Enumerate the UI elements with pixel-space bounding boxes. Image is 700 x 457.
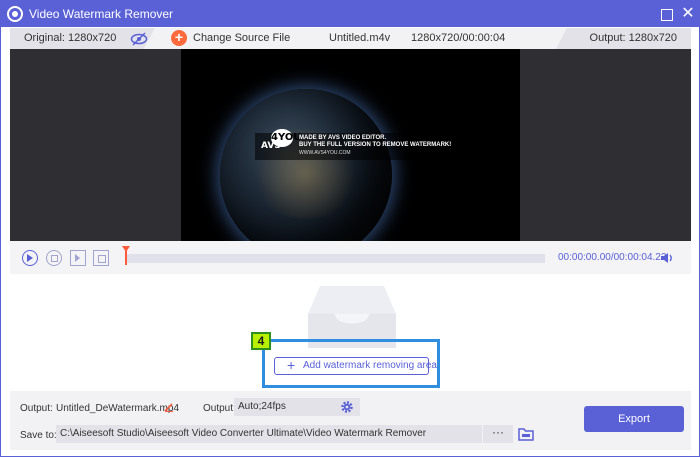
info-bar: Original: 1280x720 + Change Source File … [10, 28, 691, 49]
stop-icon[interactable] [46, 250, 62, 266]
set-start-icon[interactable] [70, 250, 86, 266]
playback-controls: 00:00:00.00/00:00:04.23 [10, 241, 691, 274]
output-file-label: Output: [20, 403, 53, 414]
playhead-handle[interactable] [122, 246, 130, 266]
maximize-icon[interactable] [657, 5, 675, 23]
save-to-label: Save to: [20, 430, 57, 441]
video-preview: 4YOU AVS MADE BY AVS VIDEO EDITOR. BUY T… [10, 49, 691, 241]
app-window: Video Watermark Remover ✕ Original: 1280… [0, 0, 700, 457]
save-path-field[interactable]: C:\Aiseesoft Studio\Aiseesoft Video Conv… [56, 425, 482, 443]
change-source-file-button[interactable]: Change Source File [193, 32, 290, 44]
output-format-value: Auto;24fps [238, 401, 286, 412]
browse-more-button[interactable]: ··· [483, 425, 513, 443]
video-frame[interactable]: 4YOU AVS MADE BY AVS VIDEO EDITOR. BUY T… [181, 49, 520, 241]
window-title: Video Watermark Remover [29, 7, 174, 21]
volume-icon[interactable] [660, 251, 674, 265]
folder-icon[interactable] [518, 427, 534, 441]
output-panel: Output: Untitled_DeWatermark.mp4 Output:… [10, 391, 691, 450]
set-end-icon[interactable] [93, 250, 109, 266]
export-button[interactable]: Export [584, 406, 684, 432]
original-resolution-label: Original: 1280x720 [24, 32, 117, 44]
edit-pencil-icon[interactable] [164, 402, 174, 412]
source-file-meta: 1280x720/00:00:04 [411, 32, 506, 44]
app-logo-icon [7, 6, 23, 22]
watermark-line-1: MADE BY AVS VIDEO EDITOR. [299, 135, 387, 141]
earth-image [220, 89, 392, 241]
close-icon[interactable]: ✕ [679, 5, 697, 23]
play-icon[interactable] [22, 250, 38, 266]
step-number-badge: 4 [251, 332, 271, 350]
plus-icon: + [287, 357, 296, 373]
output-format-label: Output: [203, 403, 236, 414]
watermark-line-2: BUY THE FULL VERSION TO REMOVE WATERMARK… [299, 142, 452, 148]
add-watermark-area-button[interactable]: + Add watermark removing area [274, 357, 437, 375]
logo-avs: AVS [261, 141, 281, 151]
output-resolution: Output: 1280x720 [556, 28, 691, 49]
avs4you-logo: 4YOU AVS [261, 129, 301, 153]
output-resolution-label: Output: 1280x720 [589, 32, 677, 44]
title-bar: Video Watermark Remover ✕ [1, 1, 699, 27]
eye-hidden-icon[interactable] [130, 32, 148, 46]
output-filename[interactable]: Untitled_DeWatermark.mp4 [56, 403, 179, 414]
watermark-line-3: WWW.AVS4YOU.COM [299, 150, 351, 156]
time-readout: 00:00:00.00/00:00:04.23 [558, 252, 667, 263]
gear-icon[interactable] [340, 400, 354, 414]
timeline-track[interactable] [126, 254, 545, 263]
source-filename: Untitled.m4v [329, 32, 391, 44]
change-source-plus-icon[interactable]: + [171, 30, 187, 46]
add-watermark-area-label: Add watermark removing area [303, 360, 437, 371]
save-path-value: C:\Aiseesoft Studio\Aiseesoft Video Conv… [60, 428, 427, 439]
